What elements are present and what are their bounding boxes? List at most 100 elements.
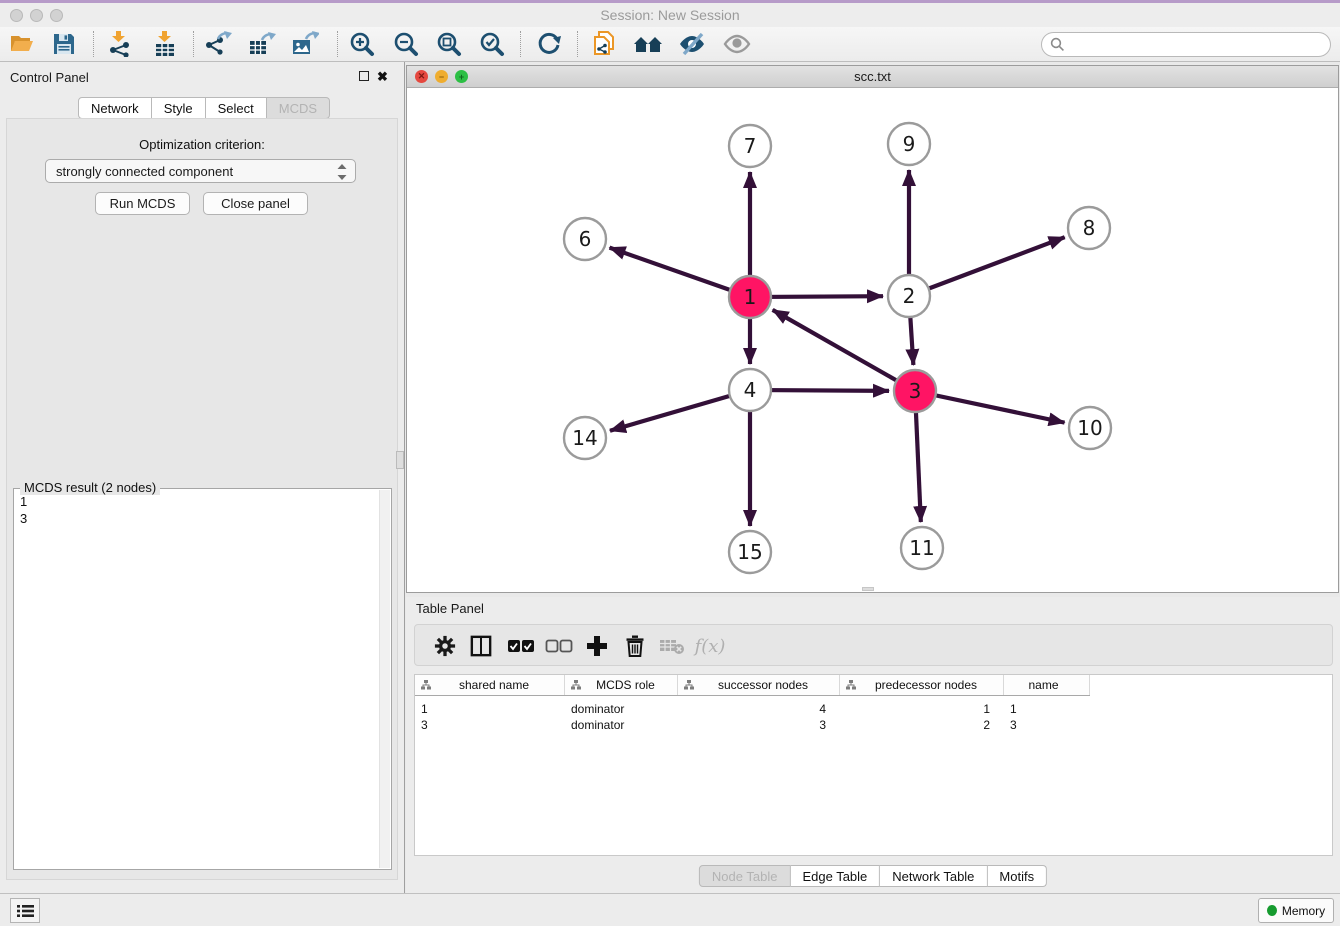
mcds-result-box: MCDS result (2 nodes) 1 3 [13, 488, 392, 870]
zoom-in-icon[interactable] [345, 29, 379, 59]
column-type-icon [571, 680, 581, 690]
tab-network-table[interactable]: Network Table [880, 865, 987, 887]
create-column-plus-icon[interactable] [583, 633, 611, 659]
tab-edge-table[interactable]: Edge Table [790, 865, 880, 887]
cell-name[interactable]: 1 [1004, 701, 1090, 717]
zoom-fit-icon[interactable] [432, 29, 466, 59]
memory-label: Memory [1282, 904, 1325, 918]
graph-edge-1-6[interactable] [610, 248, 750, 297]
select-all-icon[interactable] [507, 633, 535, 659]
cell-successor-nodes[interactable]: 4 [678, 701, 840, 717]
close-panel-button[interactable]: Close panel [203, 192, 308, 215]
search-input[interactable] [1070, 37, 1330, 52]
tab-select[interactable]: Select [206, 97, 267, 119]
deselect-all-icon[interactable] [545, 633, 573, 659]
splitter-handle[interactable] [396, 451, 404, 469]
table-panel: Table Panel ✖ f(x) s [406, 597, 1340, 893]
table-row[interactable]: 1 dominator 4 1 1 [415, 701, 1090, 717]
float-panel-icon[interactable] [359, 71, 369, 81]
show-all-icon[interactable] [720, 29, 754, 59]
column-header-predecessor-nodes[interactable]: predecessor nodes [840, 675, 1004, 695]
tab-mcds[interactable]: MCDS [267, 97, 330, 119]
network-canvas[interactable]: 1234678910111415 [407, 88, 1338, 592]
cell-predecessor-nodes[interactable]: 1 [840, 701, 1004, 717]
window-title: Session: New Session [0, 7, 1340, 23]
control-panel: Control Panel ✖ Network Style Select MCD… [0, 62, 405, 893]
cell-mcds-role[interactable]: dominator [565, 717, 678, 733]
graph-edge-3-10[interactable] [915, 391, 1065, 423]
result-scrollbar[interactable] [379, 490, 390, 868]
column-header-successor-nodes[interactable]: successor nodes [678, 675, 840, 695]
status-bar: Memory [0, 893, 1340, 926]
zoom-out-icon[interactable] [389, 29, 423, 59]
control-panel-title: Control Panel [10, 70, 89, 85]
hide-selected-icon[interactable] [675, 29, 709, 59]
delete-table-icon[interactable] [658, 633, 686, 659]
tab-node-table[interactable]: Node Table [699, 865, 791, 887]
network-view-window: ✕ − + scc.txt 1234678910111415 [406, 65, 1339, 593]
column-type-icon [846, 680, 856, 690]
export-image-icon[interactable] [288, 29, 322, 59]
graph-node-label: 10 [1077, 416, 1102, 440]
cell-name[interactable]: 3 [1004, 717, 1090, 733]
optimization-criterion-label: Optimization criterion: [7, 137, 397, 152]
toolbar-separator [193, 31, 194, 57]
column-header-mcds-role[interactable]: MCDS role [565, 675, 678, 695]
graph-edge-2-8[interactable] [909, 237, 1065, 296]
cell-shared-name[interactable]: 3 [415, 717, 565, 733]
table-panel-title: Table Panel [416, 601, 484, 616]
tab-network[interactable]: Network [78, 97, 152, 119]
graph-edge-3-1[interactable] [773, 310, 915, 391]
save-session-icon[interactable] [47, 29, 81, 59]
close-panel-icon[interactable]: ✖ [377, 71, 388, 83]
graph-node-label: 15 [737, 540, 762, 564]
app-titlebar: Session: New Session [0, 3, 1340, 27]
tab-style[interactable]: Style [152, 97, 206, 119]
node-table: shared name MCDS role successor nodes pr… [414, 674, 1333, 856]
criterion-dropdown-value: strongly connected component [56, 164, 233, 179]
memory-button[interactable]: Memory [1258, 898, 1334, 923]
first-neighbors-icon[interactable] [631, 29, 665, 59]
search-icon [1050, 37, 1065, 52]
table-settings-gear-icon[interactable] [431, 633, 459, 659]
dropdown-stepper-icon [336, 163, 348, 181]
task-history-button[interactable] [10, 898, 40, 923]
zoom-selected-icon[interactable] [475, 29, 509, 59]
tab-motifs[interactable]: Motifs [987, 865, 1047, 887]
column-type-icon [684, 680, 694, 690]
clone-network-icon[interactable] [587, 29, 621, 59]
toolbar-separator [93, 31, 94, 57]
graph-node-label: 1 [744, 285, 757, 309]
mcds-result-value: 1 [20, 493, 27, 510]
table-tabs: Node Table Edge Table Network Table Moti… [699, 865, 1047, 887]
open-session-icon[interactable] [5, 29, 39, 59]
column-header-name[interactable]: name [1004, 675, 1090, 695]
import-table-icon[interactable] [148, 29, 182, 59]
main-toolbar [0, 27, 1340, 62]
mcds-result-title: MCDS result (2 nodes) [20, 480, 160, 495]
cell-predecessor-nodes[interactable]: 2 [840, 717, 1004, 733]
toolbar-separator [577, 31, 578, 57]
show-columns-icon[interactable] [467, 633, 495, 659]
function-builder-icon[interactable]: f(x) [696, 633, 724, 659]
toolbar-separator [520, 31, 521, 57]
graph-node-label: 4 [744, 378, 757, 402]
cell-successor-nodes[interactable]: 3 [678, 717, 840, 733]
export-table-icon[interactable] [245, 29, 279, 59]
column-header-shared-name[interactable]: shared name [415, 675, 565, 695]
scroll-grip[interactable] [862, 587, 874, 591]
network-window-titlebar[interactable]: ✕ − + scc.txt [407, 66, 1338, 88]
refresh-view-icon[interactable] [532, 29, 566, 59]
import-network-icon[interactable] [102, 29, 136, 59]
graph-node-label: 3 [909, 379, 922, 403]
criterion-dropdown[interactable]: strongly connected component [45, 159, 356, 183]
cell-shared-name[interactable]: 1 [415, 701, 565, 717]
table-row[interactable]: 3 dominator 3 2 3 [415, 717, 1090, 733]
delete-column-trash-icon[interactable] [621, 633, 649, 659]
run-mcds-button[interactable]: Run MCDS [95, 192, 190, 215]
cell-mcds-role[interactable]: dominator [565, 701, 678, 717]
network-window-title: scc.txt [407, 69, 1338, 84]
export-network-icon[interactable] [201, 29, 235, 59]
graph-node-label: 7 [744, 134, 757, 158]
mcds-result-value: 3 [20, 510, 27, 527]
